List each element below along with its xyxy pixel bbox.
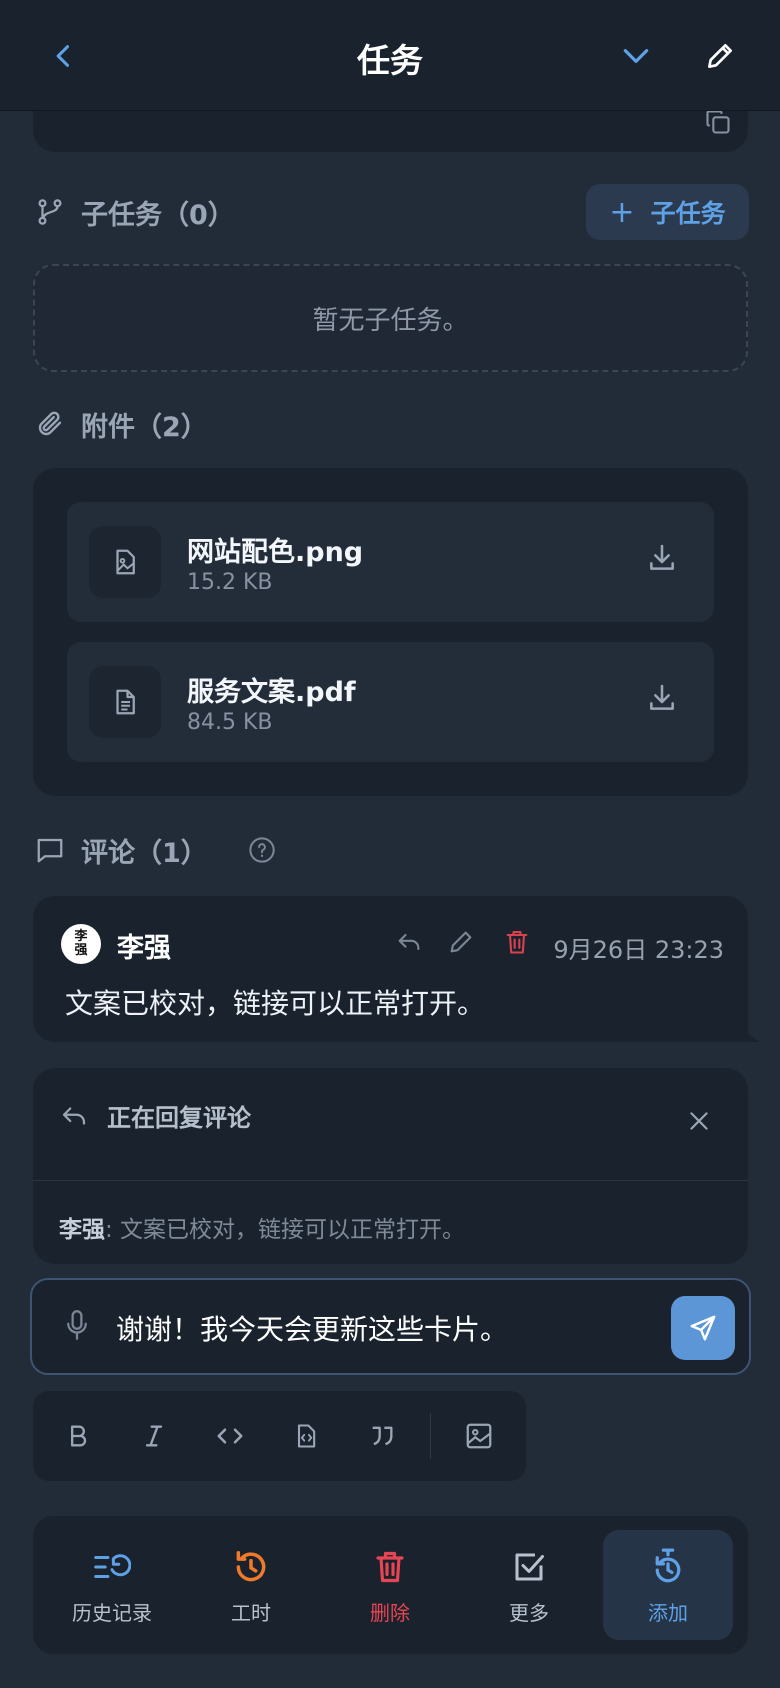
comment-time: 9月26日 23:23: [553, 936, 724, 964]
paperclip-icon: [33, 407, 67, 441]
subtasks-empty-state: 暂无子任务。: [33, 264, 748, 372]
formatting-toolbar: [33, 1391, 526, 1481]
reply-header: 正在回复评论: [59, 1098, 251, 1133]
subtasks-title: 子任务（0）: [81, 199, 235, 231]
add-time-button[interactable]: 添加: [603, 1530, 733, 1640]
subtasks-heading: 子任务（0）: [33, 192, 235, 232]
attachments-title: 附件（2）: [81, 411, 208, 443]
clock-history-icon: [232, 1545, 270, 1589]
comment-card: 李强 李强 9月26日 23:23 文案已校对，链接可以正常打开。: [33, 896, 748, 1042]
checkbox-icon: [511, 1545, 547, 1589]
comment-author: 李强: [117, 933, 171, 964]
reply-quote: 李强: 文案已校对，链接可以正常打开。: [59, 1210, 465, 1244]
attachment-size: 84.5 KB: [187, 710, 273, 735]
document-file-icon: [89, 666, 161, 738]
toolbar-divider: [430, 1413, 431, 1459]
comment-text: 文案已校对，链接可以正常打开。: [65, 987, 486, 1020]
comments-title: 评论（1）: [81, 837, 208, 869]
attachment-size: 15.2 KB: [187, 570, 273, 595]
quote-icon[interactable]: [361, 1415, 403, 1457]
plus-icon: +: [609, 194, 635, 230]
history-label: 历史记录: [72, 1600, 152, 1625]
attachment-name: 服务文案.pdf: [187, 677, 356, 708]
reply-context: 正在回复评论 李强: 文案已校对，链接可以正常打开。: [33, 1068, 748, 1264]
add-subtask-button[interactable]: + 子任务: [586, 184, 749, 240]
bottom-action-bar: 历史记录 工时 删除 更多 添加: [33, 1516, 748, 1654]
comment-input[interactable]: 谢谢！我今天会更新这些卡片。: [30, 1278, 751, 1375]
quote-text: : 文案已校对，链接可以正常打开。: [105, 1217, 466, 1243]
chevron-down-icon[interactable]: [614, 34, 658, 78]
send-button[interactable]: [671, 1296, 735, 1360]
reply-title: 正在回复评论: [107, 1104, 251, 1132]
comment-tail: [742, 1030, 760, 1042]
history-button[interactable]: 历史记录: [47, 1530, 177, 1640]
more-label: 更多: [509, 1600, 549, 1625]
add-subtask-label: 子任务: [650, 199, 726, 228]
attachment-item[interactable]: 服务文案.pdf 84.5 KB: [67, 642, 714, 762]
comment-input-value[interactable]: 谢谢！我今天会更新这些卡片。: [116, 1308, 508, 1348]
divider: [33, 1180, 748, 1181]
code-icon[interactable]: [209, 1415, 251, 1457]
send-icon: [690, 1315, 716, 1341]
attachment-name: 网站配色.png: [187, 537, 364, 568]
history-list-icon: [93, 1545, 131, 1589]
timer-icon: [649, 1545, 687, 1589]
image-file-icon: [89, 526, 161, 598]
copy-icon[interactable]: [704, 108, 732, 140]
comment-icon: [33, 833, 67, 867]
attachments-heading: 附件（2）: [33, 404, 208, 444]
help-icon[interactable]: [248, 836, 276, 864]
delete-label: 删除: [370, 1600, 410, 1625]
trash-icon: [372, 1545, 408, 1589]
attachments-list: 网站配色.png 15.2 KB 服务文案.pdf 84.5 KB: [33, 468, 748, 796]
edit-icon[interactable]: [447, 928, 475, 960]
top-bar: 任务: [0, 0, 780, 111]
close-icon[interactable]: [686, 1108, 712, 1138]
more-button[interactable]: 更多: [464, 1530, 594, 1640]
attachment-item[interactable]: 网站配色.png 15.2 KB: [67, 502, 714, 622]
bold-icon[interactable]: [57, 1415, 99, 1457]
image-icon[interactable]: [458, 1415, 500, 1457]
branch-icon: [33, 195, 67, 229]
reply-icon[interactable]: [395, 928, 423, 960]
italic-icon[interactable]: [133, 1415, 175, 1457]
reply-icon: [59, 1101, 89, 1131]
comments-heading: 评论（1）: [33, 830, 276, 870]
edit-pencil-icon[interactable]: [698, 34, 742, 78]
worklog-label: 工时: [231, 1600, 271, 1625]
microphone-icon[interactable]: [62, 1308, 92, 1346]
download-icon[interactable]: [646, 542, 678, 578]
delete-button[interactable]: 删除: [325, 1530, 455, 1640]
worklog-button[interactable]: 工时: [186, 1530, 316, 1640]
trash-icon[interactable]: [503, 928, 531, 960]
add-time-label: 添加: [648, 1600, 688, 1625]
empty-text: 暂无子任务。: [312, 305, 469, 336]
code-block-icon[interactable]: [285, 1415, 327, 1457]
quote-author: 李强: [59, 1217, 105, 1243]
download-icon[interactable]: [646, 682, 678, 718]
page-title: 任务: [357, 41, 423, 80]
avatar: 李强: [61, 924, 101, 964]
